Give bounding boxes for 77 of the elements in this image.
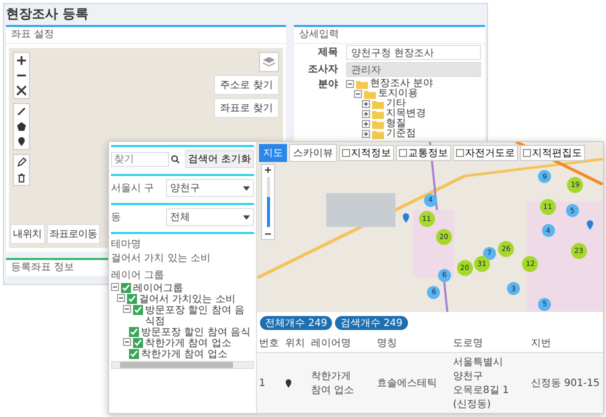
collapse-icon[interactable]	[354, 90, 362, 98]
map-view-tab[interactable]: 스카이뷰	[289, 144, 337, 162]
expand-icon[interactable]	[362, 110, 370, 118]
checkbox[interactable]	[133, 305, 143, 315]
map-search-button[interactable]: 좌표로 찾기	[214, 98, 279, 118]
table-cell: 서울특별시 양천구 오목로8길 1 (신정동)	[451, 352, 529, 413]
fullscreen-icon[interactable]	[14, 83, 29, 98]
zoom-in-icon[interactable]	[263, 165, 273, 175]
map-button[interactable]: 내위치	[10, 224, 44, 244]
folder-icon	[356, 80, 368, 88]
overlay-checkbox[interactable]: 자전거도로	[453, 145, 518, 161]
filter-label: 동	[111, 211, 121, 224]
tree-item[interactable]: 기타	[386, 99, 406, 109]
scrollbar[interactable]	[111, 361, 254, 369]
layer-item[interactable]: 방문포장 할인 참여 음식점	[145, 305, 254, 327]
dropdown[interactable]: 전체	[166, 208, 254, 226]
layer-item[interactable]: 방문포장 할인 참여 음식	[141, 327, 251, 338]
checkbox[interactable]	[133, 338, 143, 348]
collapse-icon[interactable]	[346, 80, 354, 88]
table-cell: 1	[257, 352, 283, 413]
pin-icon[interactable]	[402, 213, 410, 224]
expand-icon[interactable]	[362, 130, 370, 138]
checkbox[interactable]	[121, 283, 131, 293]
checkbox[interactable]	[129, 327, 139, 337]
field-label: 분야	[317, 79, 338, 91]
tree-item[interactable]: 기준점	[386, 129, 416, 139]
tree-item[interactable]: 현장조사 분야	[370, 79, 434, 89]
tree-item[interactable]: 토지이용	[378, 89, 418, 99]
collapse-icon[interactable]	[111, 283, 119, 291]
folder-icon	[372, 110, 384, 118]
collapse-icon[interactable]	[123, 338, 131, 346]
collapse-icon[interactable]	[123, 305, 131, 313]
table-cell: 효솔에스테틱	[375, 352, 451, 413]
field-label: 제목	[317, 46, 338, 58]
filter-label: 서울시 구	[111, 182, 154, 195]
tree-item[interactable]: 형질	[386, 119, 406, 129]
panel-title: 상세입력	[294, 27, 485, 44]
layer-item[interactable]: 착한가게 참여 업소	[145, 338, 232, 349]
search-field[interactable]: 찾기	[111, 152, 169, 166]
theme-label: 테마명	[111, 238, 142, 251]
layer-item[interactable]: 레이어그룹	[133, 283, 183, 294]
collapse-icon[interactable]	[117, 294, 125, 302]
folder-icon	[364, 90, 376, 98]
location-icon[interactable]	[285, 378, 292, 388]
expand-icon[interactable]	[362, 120, 370, 128]
tree-item[interactable]: 지목변경	[386, 109, 426, 119]
panel-title: 좌표 설정	[6, 27, 286, 44]
checkbox[interactable]	[127, 294, 137, 304]
count-badge: 검색개수 249	[335, 316, 408, 330]
map-button[interactable]: 좌표로이동	[46, 224, 100, 244]
folder-icon	[372, 100, 384, 108]
folder-icon	[372, 130, 384, 138]
search-icon[interactable]	[168, 154, 182, 164]
text-field[interactable]: 양천구청 현장조사	[346, 45, 481, 60]
table-cell: 착한가게 참여 업소	[309, 352, 375, 413]
table-cell: 신정동 901-15	[529, 352, 603, 413]
layer-item[interactable]: 걸어서 가치있는 소비	[139, 294, 236, 305]
caret-icon	[243, 186, 250, 190]
layer-item[interactable]: 착한가게 참여 업소	[141, 349, 228, 360]
map-search-button[interactable]: 주소로 찾기	[214, 75, 279, 95]
count-badge: 전체개수 249	[260, 316, 332, 330]
caret-icon	[243, 214, 250, 220]
map-view-tab[interactable]: 지도	[259, 144, 287, 162]
zoom-in-icon[interactable]	[14, 53, 29, 68]
page-title: 현장조사 등록	[6, 7, 90, 23]
expand-icon[interactable]	[362, 100, 370, 108]
field-label: 조사자	[307, 64, 338, 76]
overlay-checkbox[interactable]: 지적정보	[339, 145, 394, 161]
folder-icon	[372, 120, 384, 128]
dropdown[interactable]: 양천구	[166, 179, 254, 197]
checkbox[interactable]	[129, 349, 139, 359]
overlay-checkbox[interactable]: 지적편집도	[520, 145, 585, 161]
reset-button[interactable]: 검색어 초기화	[184, 150, 254, 168]
pin-icon[interactable]	[586, 220, 594, 230]
layers-icon[interactable]	[259, 52, 279, 72]
overlay-checkbox[interactable]: 교통정보	[396, 145, 451, 161]
zoom-slider[interactable]	[266, 177, 270, 227]
